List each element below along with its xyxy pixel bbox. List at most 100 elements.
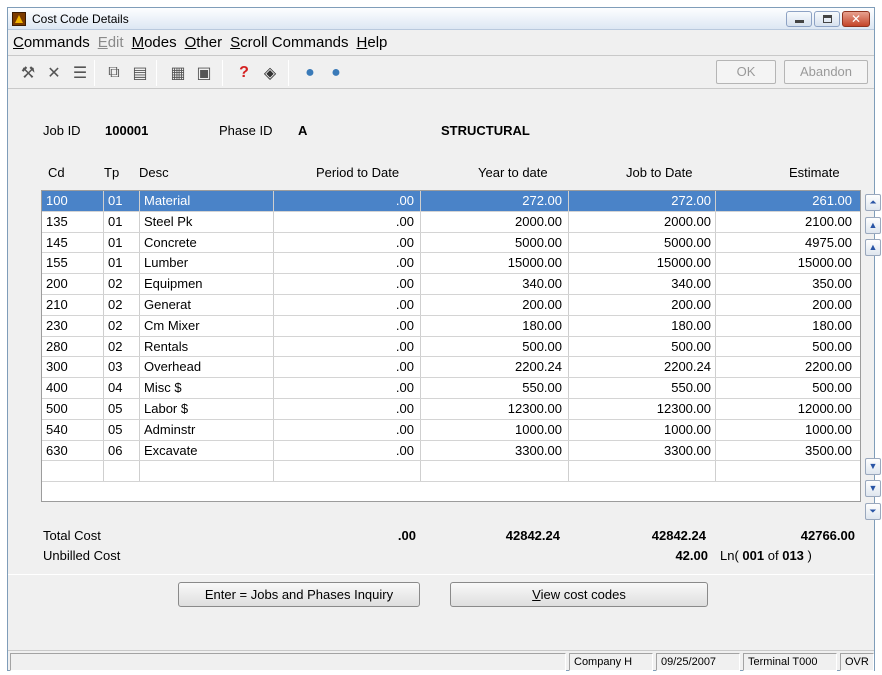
calculator-icon[interactable]: ▦ — [168, 63, 188, 83]
jobs-phases-inquiry-button[interactable]: Enter = Jobs and Phases Inquiry — [178, 582, 420, 607]
cell-desc[interactable]: Rentals — [144, 337, 272, 357]
scroll-page-up-button[interactable]: ▲ — [865, 217, 881, 234]
cell-tp[interactable]: 04 — [108, 378, 138, 398]
ok-button[interactable]: OK — [716, 60, 776, 84]
cell-tp[interactable] — [108, 461, 138, 481]
cell-tp[interactable]: 02 — [108, 274, 138, 294]
cell-ptd[interactable]: .00 — [278, 378, 414, 398]
cell-ytd[interactable]: 272.00 — [422, 191, 562, 211]
cell-ytd[interactable]: 200.00 — [422, 295, 562, 315]
cell-ytd[interactable]: 12300.00 — [422, 399, 562, 419]
cell-ptd[interactable] — [278, 461, 414, 481]
cell-jtd[interactable]: 3300.00 — [569, 441, 711, 461]
calendar-icon[interactable]: ▣ — [194, 63, 214, 83]
cell-cd[interactable]: 155 — [46, 253, 102, 273]
cell-tp[interactable]: 03 — [108, 357, 138, 377]
cell-est[interactable]: 2100.00 — [718, 212, 852, 232]
cell-ytd[interactable]: 2000.00 — [422, 212, 562, 232]
cell-est[interactable]: 350.00 — [718, 274, 852, 294]
table-row[interactable]: 145 01 Concrete .00 5000.00 5000.00 4975.00 — [42, 232, 860, 254]
table-row[interactable] — [42, 461, 860, 483]
cell-cd[interactable]: 230 — [46, 316, 102, 336]
cell-cd[interactable]: 210 — [46, 295, 102, 315]
cell-jtd[interactable]: 500.00 — [569, 337, 711, 357]
cell-desc[interactable]: Misc $ — [144, 378, 272, 398]
cell-ytd[interactable]: 550.00 — [422, 378, 562, 398]
scroll-line-up-button[interactable]: ▲ — [865, 239, 881, 256]
maximize-button[interactable] — [814, 11, 840, 27]
scroll-page-down-button[interactable]: ▼ — [865, 480, 881, 497]
table-row[interactable]: 280 02 Rentals .00 500.00 500.00 500.00 — [42, 336, 860, 358]
cell-ptd[interactable]: .00 — [278, 253, 414, 273]
cell-tp[interactable]: 01 — [108, 212, 138, 232]
cell-ytd[interactable]: 180.00 — [422, 316, 562, 336]
cell-desc[interactable]: Lumber — [144, 253, 272, 273]
cell-ptd[interactable]: .00 — [278, 316, 414, 336]
cell-tp[interactable]: 01 — [108, 253, 138, 273]
cell-ptd[interactable]: .00 — [278, 212, 414, 232]
cell-cd[interactable]: 630 — [46, 441, 102, 461]
cell-desc[interactable]: Overhead — [144, 357, 272, 377]
globe-back-icon[interactable]: ● — [300, 63, 320, 83]
cell-cd[interactable]: 200 — [46, 274, 102, 294]
table-row[interactable]: 230 02 Cm Mixer .00 180.00 180.00 180.00 — [42, 315, 860, 337]
table-row[interactable]: 200 02 Equipmen .00 340.00 340.00 350.00 — [42, 274, 860, 295]
table-row[interactable]: 630 06 Excavate .00 3300.00 3300.00 3500.00 — [42, 440, 860, 462]
cell-cd[interactable]: 540 — [46, 420, 102, 440]
cell-desc[interactable]: Steel Pk — [144, 212, 272, 232]
menu-help[interactable]: Help — [355, 34, 390, 51]
cell-cd[interactable]: 300 — [46, 357, 102, 377]
menu-other[interactable]: Other — [183, 34, 225, 51]
cell-cd[interactable]: 500 — [46, 399, 102, 419]
cell-cd[interactable]: 135 — [46, 212, 102, 232]
cell-jtd[interactable]: 200.00 — [569, 295, 711, 315]
table-row[interactable]: 300 03 Overhead .00 2200.24 2200.24 2200.00 — [42, 357, 860, 379]
help-icon[interactable]: ? — [234, 63, 254, 83]
cell-ptd[interactable]: .00 — [278, 420, 414, 440]
cell-desc[interactable]: Adminstr — [144, 420, 272, 440]
table-row[interactable]: 210 02 Generat .00 200.00 200.00 200.00 — [42, 295, 860, 316]
delete-icon[interactable]: ✕ — [44, 63, 64, 83]
globe-forward-icon[interactable]: ● — [326, 63, 346, 83]
cell-ptd[interactable]: .00 — [278, 337, 414, 357]
cell-est[interactable] — [718, 461, 852, 481]
cell-ptd[interactable]: .00 — [278, 399, 414, 419]
cell-tp[interactable]: 05 — [108, 399, 138, 419]
cell-ptd[interactable]: .00 — [278, 233, 414, 253]
scroll-bottom-button[interactable]: ⏷ — [865, 503, 881, 520]
cell-ytd[interactable]: 500.00 — [422, 337, 562, 357]
copy-icon[interactable]: ⧉ — [104, 63, 124, 83]
cell-desc[interactable]: Material — [144, 191, 272, 211]
cell-tp[interactable]: 05 — [108, 420, 138, 440]
cell-ptd[interactable]: .00 — [278, 274, 414, 294]
cell-desc[interactable]: Concrete — [144, 233, 272, 253]
cell-jtd[interactable]: 2200.24 — [569, 357, 711, 377]
scroll-line-down-button[interactable]: ▼ — [865, 458, 881, 475]
cell-jtd[interactable]: 2000.00 — [569, 212, 711, 232]
tools-icon[interactable]: ⚒ — [18, 63, 38, 83]
cell-tp[interactable]: 01 — [108, 233, 138, 253]
cell-cd[interactable]: 400 — [46, 378, 102, 398]
menu-scroll-commands[interactable]: Scroll Commands — [228, 34, 350, 51]
cell-desc[interactable]: Excavate — [144, 441, 272, 461]
cell-cd[interactable]: 280 — [46, 337, 102, 357]
cell-ytd[interactable]: 1000.00 — [422, 420, 562, 440]
table-row[interactable]: 135 01 Steel Pk .00 2000.00 2000.00 2100.00 — [42, 211, 860, 233]
cell-jtd[interactable]: 15000.00 — [569, 253, 711, 273]
cell-est[interactable]: 4975.00 — [718, 233, 852, 253]
cell-desc[interactable]: Equipmen — [144, 274, 272, 294]
close-button[interactable]: ✕ — [842, 11, 870, 27]
cell-cd[interactable] — [46, 461, 102, 481]
cell-ptd[interactable]: .00 — [278, 295, 414, 315]
menu-edit[interactable]: Edit — [96, 34, 126, 51]
table-row[interactable]: 500 05 Labor $ .00 12300.00 12300.00 12000.00 — [42, 399, 860, 420]
cell-ytd[interactable]: 340.00 — [422, 274, 562, 294]
cell-jtd[interactable]: 1000.00 — [569, 420, 711, 440]
cell-jtd[interactable]: 550.00 — [569, 378, 711, 398]
cell-ytd[interactable]: 3300.00 — [422, 441, 562, 461]
abandon-button[interactable]: Abandon — [784, 60, 868, 84]
cell-jtd[interactable]: 5000.00 — [569, 233, 711, 253]
menu-modes[interactable]: Modes — [130, 34, 179, 51]
cell-est[interactable]: 180.00 — [718, 316, 852, 336]
cell-desc[interactable] — [144, 461, 272, 481]
